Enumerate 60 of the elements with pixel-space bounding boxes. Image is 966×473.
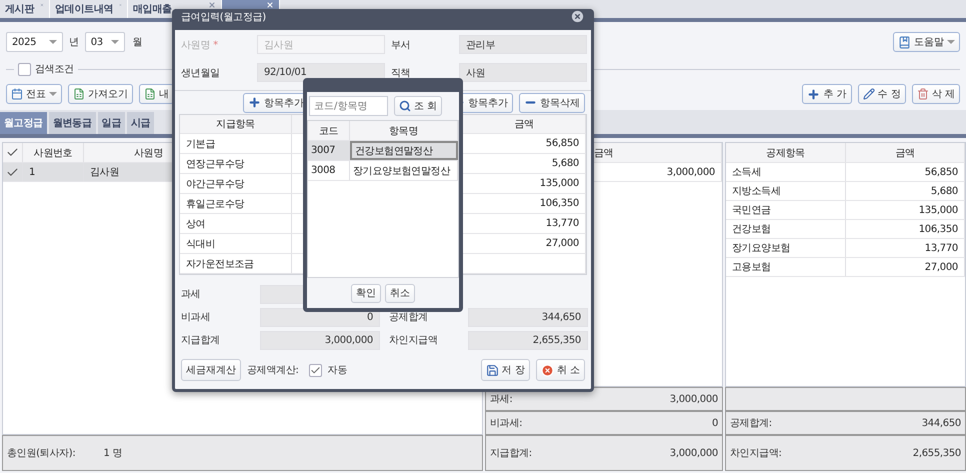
column-header: 사원번호	[23, 143, 84, 162]
field-label: 차인지급액	[389, 334, 439, 347]
summary-value: 0	[712, 418, 718, 428]
column-header: 공제항목	[726, 143, 846, 162]
table-cell: 135,000	[846, 201, 965, 219]
field-label: 과세	[181, 288, 202, 301]
field-label: 비과세	[181, 311, 212, 324]
auto-calc-option: 자동	[328, 363, 347, 377]
table-cell: 장기요양보험연말정산	[350, 161, 458, 180]
summary-label: 지급합계:	[490, 447, 532, 460]
table-cell: 건강보험연말정산	[350, 141, 458, 160]
summary-label: 차인지급액:	[730, 447, 782, 460]
table-cell: 소득세	[726, 163, 846, 181]
table-cell: 자가운전보조금	[180, 254, 292, 273]
table-cell: 1	[23, 163, 84, 181]
table-cell: 국민연금	[726, 201, 846, 219]
table-cell: 휴일근로수당	[180, 194, 292, 213]
table-cell: 야간근무수당	[180, 174, 292, 193]
month-label: 월	[132, 36, 142, 49]
field-label: 지급합계	[181, 334, 221, 347]
table-cell: 고용보험	[726, 258, 846, 276]
total-field: 3,000,000	[260, 330, 380, 350]
table-cell: 3008	[308, 161, 350, 180]
auto-calc-label: 공제액계산:	[247, 364, 299, 377]
field-label: 공제합계	[389, 311, 429, 324]
year-label: 년	[69, 36, 79, 49]
field-label: 직책	[391, 66, 412, 80]
table-cell: 5,680	[846, 182, 965, 200]
summary-label: 비과세:	[490, 417, 522, 430]
column-header: 항목명	[350, 121, 458, 140]
field-label: 사원명 *	[181, 38, 219, 52]
column-header: 코드	[308, 121, 350, 140]
table-cell: 건강보험	[726, 220, 846, 238]
search-toggle-label: 검색조건	[35, 63, 74, 76]
summary-value: 3,000,000	[670, 394, 718, 404]
table-cell: 13,770	[846, 239, 965, 257]
table-cell: 지방소득세	[726, 182, 846, 200]
table-cell: 상여	[180, 214, 292, 233]
table-cell: 연장근무수당	[180, 154, 292, 173]
total-field: 2,655,350	[468, 330, 588, 350]
table-cell: 장기요양보험	[726, 239, 846, 257]
table-cell: 3007	[308, 141, 350, 160]
summary-label: 공제합계:	[730, 417, 772, 430]
table-cell: 기본급	[180, 134, 292, 153]
field-label: 부서	[391, 38, 412, 52]
table-cell: 27,000	[846, 258, 965, 276]
column-header: 금액	[846, 143, 965, 162]
summary-label: 총인원(퇴사자):	[7, 447, 76, 460]
dialog-title: 급여입력(월고정급)	[181, 11, 266, 24]
summary-value: 2,655,350	[912, 448, 961, 458]
summary-label: 과세:	[490, 393, 512, 406]
table-cell: 106,350	[846, 220, 965, 238]
table-cell: 식대비	[180, 234, 292, 253]
field-label: 생년월일	[181, 66, 221, 80]
summary-value: 3,000,000	[670, 448, 718, 458]
summary-value: 344,650	[922, 418, 961, 428]
total-field: 344,650	[468, 308, 588, 326]
summary-value: 1 명	[103, 447, 122, 460]
table-cell: 56,850	[846, 163, 965, 181]
column-header: 지급항목	[180, 115, 292, 133]
